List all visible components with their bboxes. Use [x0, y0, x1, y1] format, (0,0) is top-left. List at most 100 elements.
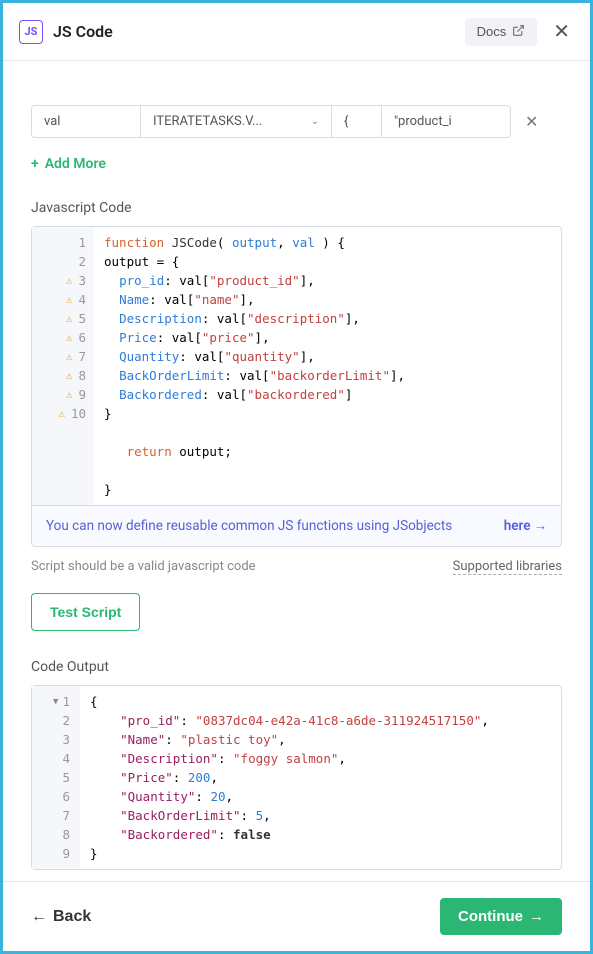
continue-button[interactable]: Continue →: [440, 898, 562, 935]
gutter-line: ⚠3: [32, 271, 94, 290]
code-body[interactable]: function JSCode( output, val ) {output =…: [94, 227, 561, 505]
output-gutter-line: 6: [32, 787, 80, 806]
continue-label: Continue: [458, 908, 523, 925]
output-gutter-line: 7: [32, 806, 80, 825]
hint-text: Script should be a valid javascript code: [31, 559, 256, 575]
gutter-line: 1: [32, 233, 94, 252]
js-badge-icon: JS: [19, 20, 43, 44]
param-source-dropdown[interactable]: ITERATETASKS.V... ⌄: [141, 105, 331, 138]
close-button[interactable]: ✕: [549, 15, 574, 48]
output-gutter-line: 8: [32, 825, 80, 844]
close-icon: ✕: [525, 114, 538, 131]
gutter-line: [32, 480, 94, 499]
add-more-label: Add More: [45, 156, 106, 172]
page-title: JS Code: [53, 22, 465, 41]
output-gutter-line: 2: [32, 711, 80, 730]
remove-param-button[interactable]: ✕: [525, 112, 538, 132]
fold-triangle-icon[interactable]: ▼: [53, 697, 58, 707]
code-line[interactable]: [104, 461, 551, 480]
back-label: Back: [53, 908, 91, 926]
output-line: "Price": 200,: [90, 768, 489, 787]
footer: ← Back Continue →: [3, 881, 590, 951]
warning-icon: ⚠: [66, 293, 73, 306]
code-line[interactable]: [104, 423, 551, 442]
gutter-line: [32, 461, 94, 480]
code-line[interactable]: Quantity: val["quantity"],: [104, 347, 551, 366]
jsobjects-text: You can now define reusable common JS fu…: [46, 518, 504, 534]
output-gutter-line: 4: [32, 749, 80, 768]
header: JS JS Code Docs ✕: [3, 3, 590, 61]
gutter-line: ⚠6: [32, 328, 94, 347]
code-section-label: Javascript Code: [31, 200, 562, 216]
output-line: }: [90, 844, 489, 863]
gutter-line: ⚠10: [32, 404, 94, 423]
output-line: "pro_id": "0837dc04-e42a-41c8-a6de-31192…: [90, 711, 489, 730]
docs-label: Docs: [477, 24, 507, 39]
gutter-line: ⚠8: [32, 366, 94, 385]
hint-row: Script should be a valid javascript code…: [31, 559, 562, 575]
warning-icon: ⚠: [66, 312, 73, 325]
jsobjects-banner: You can now define reusable common JS fu…: [31, 506, 562, 547]
plus-icon: +: [31, 156, 39, 172]
code-editor[interactable]: 12⚠3⚠4⚠5⚠6⚠7⚠8⚠9⚠10 function JSCode( out…: [31, 226, 562, 506]
gutter-line: ⚠4: [32, 290, 94, 309]
code-line[interactable]: }: [104, 480, 551, 499]
output-line: {: [90, 692, 489, 711]
close-icon: ✕: [553, 21, 570, 43]
output-line: "Description": "foggy salmon",: [90, 749, 489, 768]
code-line[interactable]: Price: val["price"],: [104, 328, 551, 347]
param-row: val ITERATETASKS.V... ⌄ { "product_i ✕: [31, 105, 562, 138]
gutter-line: 2: [32, 252, 94, 271]
add-more-button[interactable]: + Add More: [31, 156, 562, 172]
warning-icon: ⚠: [66, 350, 73, 363]
code-gutter: 12⚠3⚠4⚠5⚠6⚠7⚠8⚠9⚠10: [32, 227, 94, 505]
code-line[interactable]: pro_id: val["product_id"],: [104, 271, 551, 290]
gutter-line: ⚠7: [32, 347, 94, 366]
code-line[interactable]: Name: val["name"],: [104, 290, 551, 309]
output-line: "Name": "plastic toy",: [90, 730, 489, 749]
code-line[interactable]: return output;: [104, 442, 551, 461]
output-block: ▼123456789 { "pro_id": "0837dc04-e42a-41…: [31, 685, 562, 870]
external-link-icon: [512, 24, 525, 40]
output-line: "BackOrderLimit": 5,: [90, 806, 489, 825]
code-line[interactable]: Description: val["description"],: [104, 309, 551, 328]
code-line[interactable]: BackOrderLimit: val["backorderLimit"],: [104, 366, 551, 385]
here-label: here: [504, 518, 531, 534]
content-area: val ITERATETASKS.V... ⌄ { "product_i ✕ +…: [3, 61, 590, 881]
test-script-button[interactable]: Test Script: [31, 593, 140, 631]
dropdown-value: ITERATETASKS.V...: [153, 114, 262, 129]
gutter-line: ⚠5: [32, 309, 94, 328]
code-line[interactable]: function JSCode( output, val ) {: [104, 233, 551, 252]
arrow-left-icon: ←: [31, 908, 47, 926]
back-button[interactable]: ← Back: [31, 908, 91, 926]
output-line: "Backordered": false: [90, 825, 489, 844]
output-gutter-line: ▼1: [32, 692, 80, 711]
warning-icon: ⚠: [66, 274, 73, 287]
chevron-down-icon: ⌄: [311, 116, 319, 127]
code-line[interactable]: output = {: [104, 252, 551, 271]
output-line: "Quantity": 20,: [90, 787, 489, 806]
gutter-line: [32, 442, 94, 461]
warning-icon: ⚠: [66, 369, 73, 382]
param-name-input[interactable]: val: [31, 105, 141, 138]
docs-button[interactable]: Docs: [465, 18, 538, 46]
output-body: { "pro_id": "0837dc04-e42a-41c8-a6de-311…: [80, 686, 499, 869]
warning-icon: ⚠: [66, 388, 73, 401]
here-link[interactable]: here →: [504, 518, 547, 534]
output-section-label: Code Output: [31, 659, 562, 675]
output-gutter-line: 5: [32, 768, 80, 787]
output-gutter: ▼123456789: [32, 686, 80, 869]
arrow-right-icon: →: [534, 518, 548, 534]
param-value-preview[interactable]: "product_i: [381, 105, 511, 138]
gutter-line: ⚠9: [32, 385, 94, 404]
output-gutter-line: 9: [32, 844, 80, 863]
code-line[interactable]: }: [104, 404, 551, 423]
supported-libraries-link[interactable]: Supported libraries: [453, 559, 562, 575]
param-brace: {: [331, 105, 381, 138]
code-line[interactable]: Backordered: val["backordered"]: [104, 385, 551, 404]
gutter-line: [32, 423, 94, 442]
output-gutter-line: 3: [32, 730, 80, 749]
warning-icon: ⚠: [66, 331, 73, 344]
arrow-right-icon: →: [529, 908, 544, 925]
warning-icon: ⚠: [58, 407, 65, 420]
